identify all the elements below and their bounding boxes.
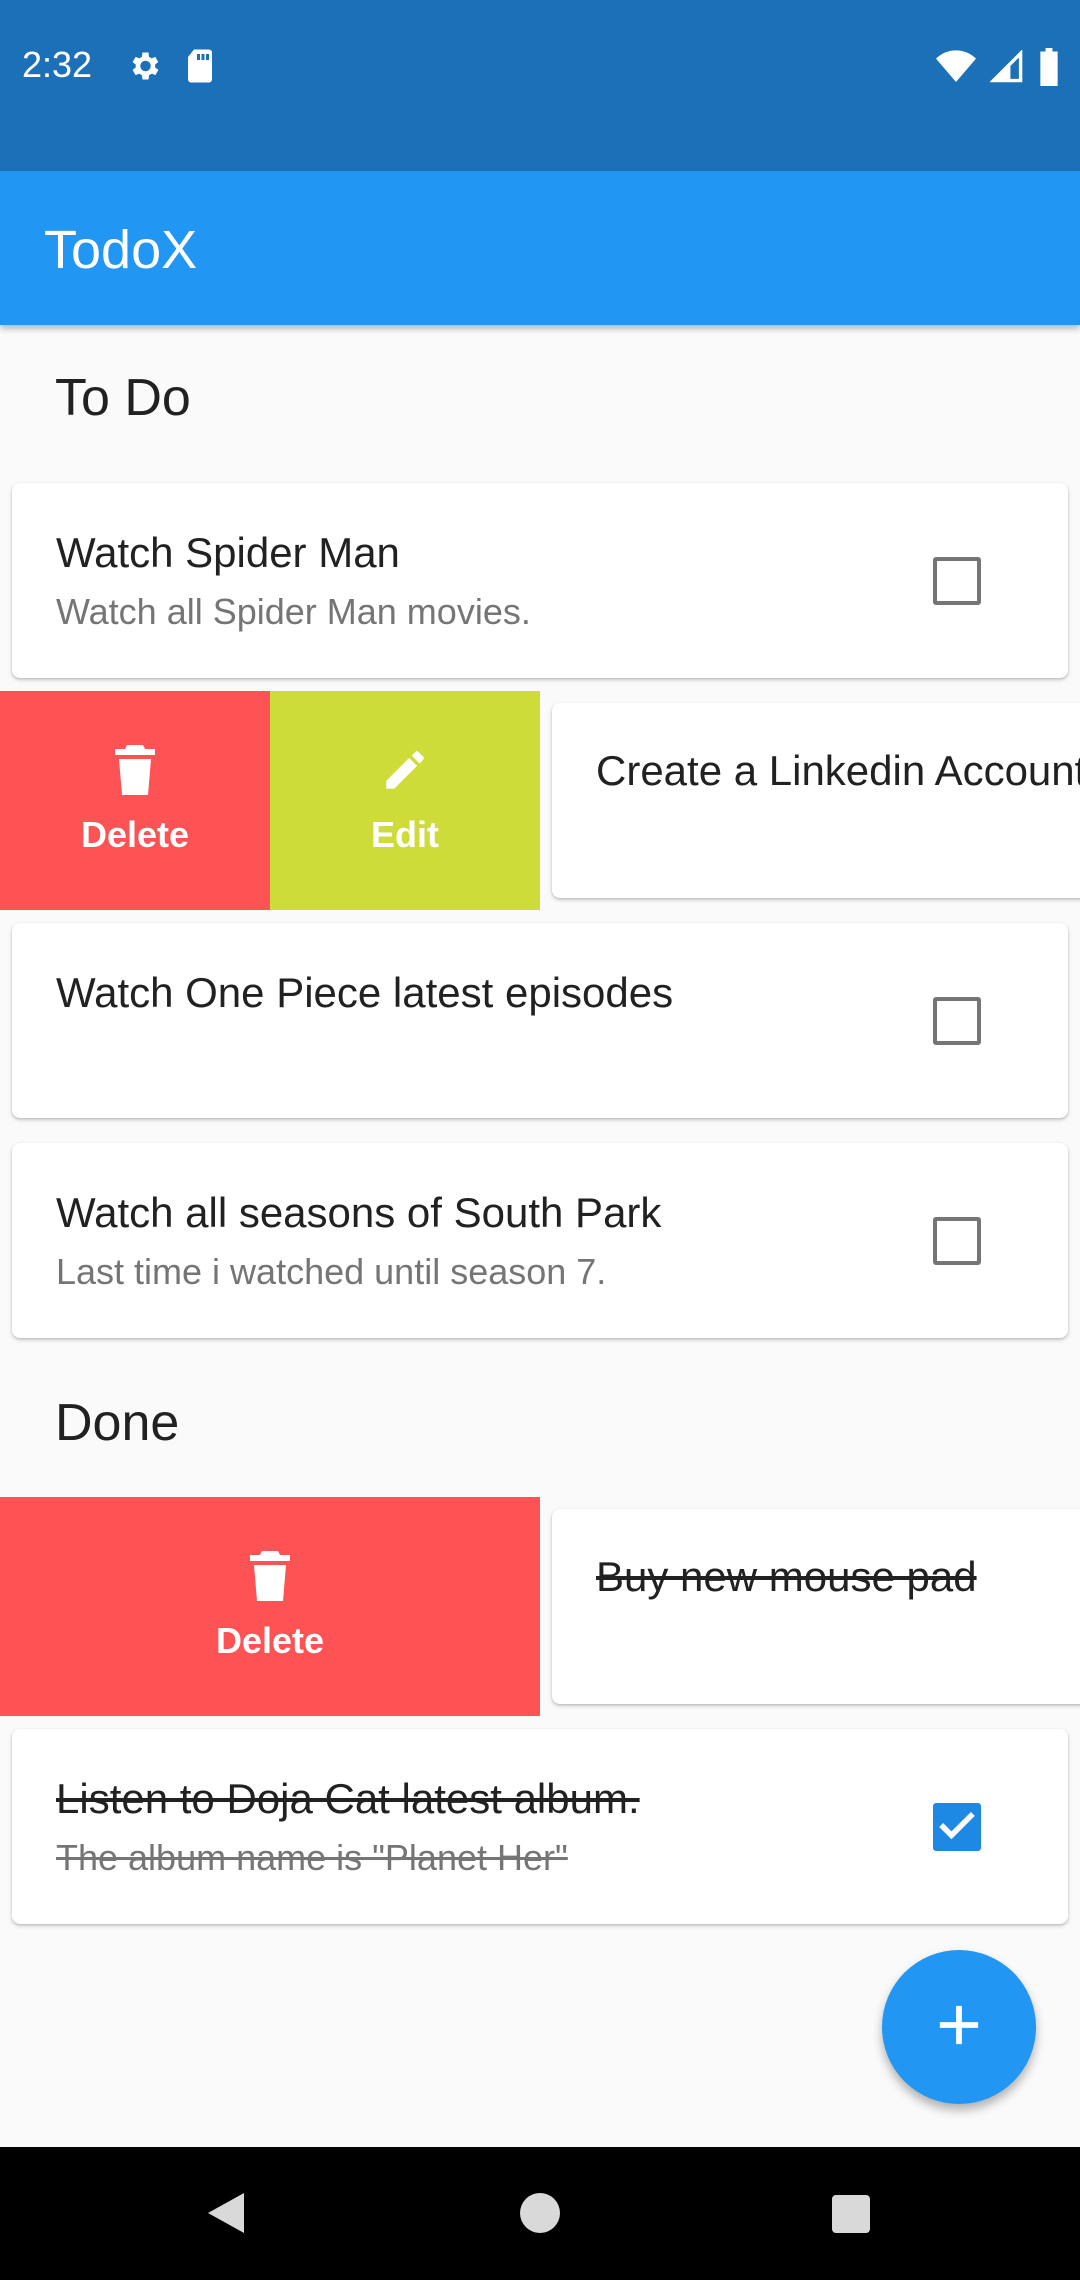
gear-icon (126, 48, 162, 89)
home-icon[interactable] (518, 2189, 562, 2242)
status-bar: 2:32 (0, 0, 1080, 171)
todo-item-title: Watch all seasons of South Park (56, 1189, 662, 1236)
trash-icon (250, 1551, 290, 1610)
pencil-icon (380, 745, 430, 804)
done-item-title: Listen to Doja Cat latest album. (56, 1775, 640, 1822)
done-item[interactable]: Buy new mouse pad (552, 1509, 1080, 1704)
checkmark-icon (938, 1810, 976, 1845)
delete-action-button[interactable]: Delete (0, 691, 270, 910)
todo-item-title: Watch Spider Man (56, 529, 400, 576)
navigation-bar (0, 2147, 1080, 2280)
todo-item[interactable]: Watch all seasons of South Park Last tim… (12, 1143, 1068, 1338)
add-todo-button[interactable] (882, 1950, 1036, 2104)
edit-action-label: Edit (371, 814, 439, 855)
app-bar: TodoX (0, 171, 1080, 325)
back-icon[interactable] (204, 2189, 248, 2242)
todo-checkbox[interactable] (933, 1217, 981, 1265)
sd-card-icon (184, 48, 216, 89)
delete-action-label: Delete (215, 1620, 325, 1661)
done-checkbox[interactable] (933, 1803, 981, 1851)
status-time: 2:32 (22, 44, 93, 85)
todo-item-subtitle: Last time i watched until season 7. (56, 1251, 607, 1292)
recents-icon[interactable] (830, 2189, 872, 2242)
delete-action-button[interactable]: Delete (0, 1497, 540, 1716)
signal-icon (989, 49, 1024, 89)
section-title-todo: To Do (55, 369, 191, 427)
section-title-done: Done (55, 1394, 180, 1452)
plus-icon (936, 2002, 982, 2053)
app-title: TodoX (44, 220, 198, 280)
todo-checkbox[interactable] (933, 997, 981, 1045)
todo-item[interactable]: Create a Linkedin Account (552, 703, 1080, 898)
delete-action-label: Delete (80, 814, 190, 855)
wifi-icon (936, 50, 976, 89)
todo-checkbox[interactable] (933, 557, 981, 605)
todo-item[interactable]: Watch Spider Man Watch all Spider Man mo… (12, 483, 1068, 678)
battery-icon (1038, 48, 1060, 91)
done-item[interactable]: Listen to Doja Cat latest album. The alb… (12, 1729, 1068, 1924)
todo-item[interactable]: Watch One Piece latest episodes (12, 923, 1068, 1118)
done-item-title: Buy new mouse pad (596, 1553, 977, 1600)
todo-item-subtitle: Watch all Spider Man movies. (56, 591, 531, 632)
done-item-subtitle: The album name is "Planet Her" (56, 1837, 568, 1878)
edit-action-button[interactable]: Edit (270, 691, 540, 910)
todo-item-title: Create a Linkedin Account (596, 747, 1080, 794)
trash-icon (115, 745, 155, 804)
todo-item-title: Watch One Piece latest episodes (56, 969, 674, 1016)
